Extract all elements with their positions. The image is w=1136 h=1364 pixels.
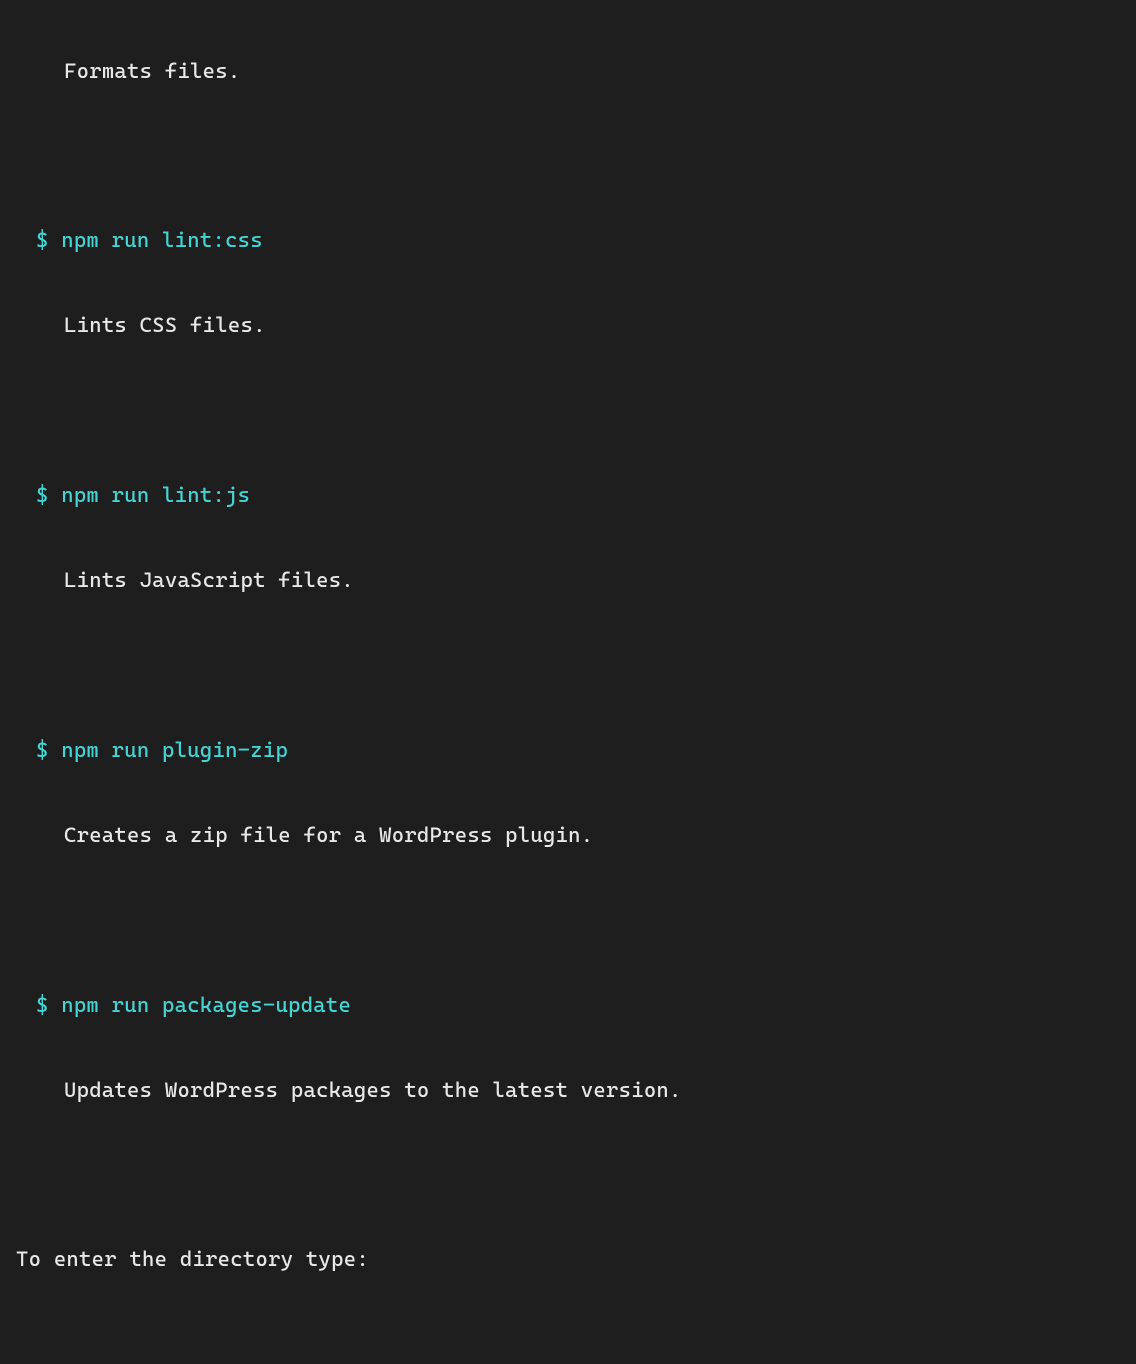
lint-js-description: Lints JavaScript files.: [8, 566, 1128, 594]
blank-line: [8, 906, 1128, 934]
format-description: Formats files.: [8, 57, 1128, 85]
blank-line: [8, 1330, 1128, 1358]
packages-update-command: $ npm run packages-update: [8, 991, 1128, 1019]
plugin-zip-description: Creates a zip file for a WordPress plugi…: [8, 821, 1128, 849]
lint-js-command: $ npm run lint:js: [8, 481, 1128, 509]
lint-css-command: $ npm run lint:css: [8, 226, 1128, 254]
packages-update-description: Updates WordPress packages to the latest…: [8, 1076, 1128, 1104]
lint-css-description: Lints CSS files.: [8, 311, 1128, 339]
blank-line: [8, 1161, 1128, 1189]
blank-line: [8, 651, 1128, 679]
blank-line: [8, 396, 1128, 424]
blank-line: [8, 142, 1128, 170]
plugin-zip-command: $ npm run plugin-zip: [8, 736, 1128, 764]
enter-directory-text: To enter the directory type:: [8, 1245, 1128, 1273]
terminal-output[interactable]: Formats files. $ npm run lint:css Lints …: [8, 0, 1128, 1364]
